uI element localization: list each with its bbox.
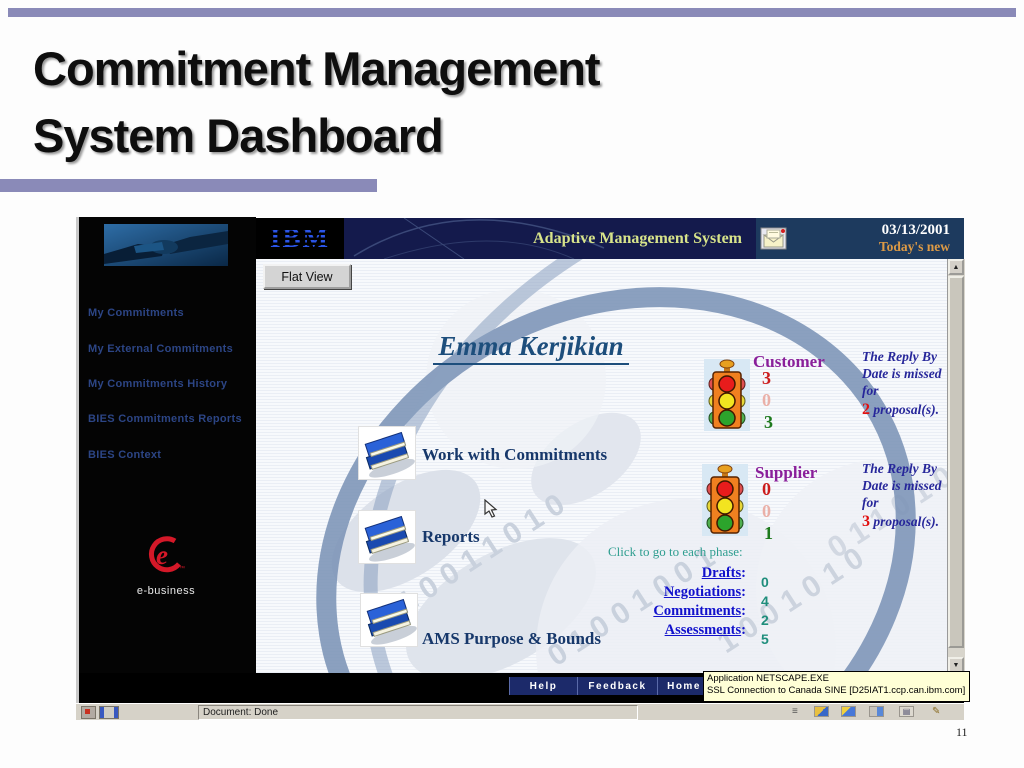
page-title: Commitment Management System Dashboard [33,36,793,169]
customer-missed-count: 2 [862,400,870,418]
supplier-missed-count: 3 [862,512,870,530]
security-lock-icon[interactable] [81,706,96,719]
sidebar-item-my-external-commitments[interactable]: My External Commitments [88,343,252,355]
slide: Commitment Management System Dashboard M… [0,0,1024,768]
traffic-light-icon [704,359,750,431]
supplier-reply-alert: The Reply By Date is missed for 3 propos… [862,461,942,530]
ssl-status-tooltip: Application NETSCAPE.EXE SSL Connection … [703,671,970,702]
scrollbar-up-icon[interactable]: ▲ [948,259,964,275]
ibm-logo: IBM [270,223,330,253]
header-date-box: 03/13/2001 Today's new [756,218,964,259]
page-title-line2: System Dashboard [33,108,444,162]
page-title-line1: Commitment Management [33,42,601,95]
current-date: 03/13/2001 [881,222,950,239]
svg-text:e: e [156,540,168,570]
phase-link-assessments[interactable]: Assessments [665,622,742,638]
phase-count-assessments: 5 [761,631,769,647]
app-title: Adaptive Management System [533,229,742,247]
composer-icon[interactable]: ▤ [899,706,914,717]
books-icon[interactable] [361,594,417,646]
ibm-logo-box: IBM [256,218,344,259]
window-left-edge [76,217,79,703]
flat-view-button[interactable]: Flat View [263,264,351,289]
status-message: Document: Done [198,705,638,720]
supplier-green-count: 1 [764,523,773,543]
phase-link-drafts[interactable]: Drafts [702,565,741,581]
phase-count-negotiations: 4 [761,593,769,609]
browser-window: My Commitments My External Commitments M… [76,217,970,720]
supplier-red-count: 0 [762,479,771,499]
app-header: IBM Adaptive Management System 03/13/200… [256,218,964,259]
feedback-button[interactable]: Feedback [577,677,657,695]
user-name-link[interactable]: Emma Kerjikian [433,331,629,365]
handshake-image [104,224,228,266]
main-content: 1 0 0 1 1 0 1 0 0 1 0 0 1 0 0 1 1 0 0 1 … [256,259,947,673]
customer-red-count: 3 [762,368,771,388]
mailbox-icon[interactable] [841,706,856,717]
discussions-icon[interactable] [869,706,884,717]
supplier-yellow-count: 0 [762,501,771,521]
phase-link-commitments[interactable]: Commitments [653,603,741,619]
phase-heading: Click to go to each phase: [608,544,743,559]
navigator-icon[interactable] [814,706,829,717]
sidebar-item-my-commitments-history[interactable]: My Commitments History [88,378,252,390]
scrollbar-thumb[interactable] [948,276,964,648]
books-icon[interactable] [359,427,415,479]
sidebar: My Commitments My External Commitments M… [76,217,256,703]
ebusiness-label: e-business [136,585,196,597]
sidebar-item-my-commitments[interactable]: My Commitments [88,307,252,319]
ebusiness-logo: e ™ e-business [76,532,256,597]
customer-reply-alert: The Reply By Date is missed for 2 propos… [862,349,942,418]
slide-page-number: 11 [956,725,968,739]
slide-top-accent-bar [8,8,1016,17]
nav-work-with-commitments[interactable]: Work with Commitments [422,445,607,465]
title-underline-bar [0,179,377,192]
sidebar-item-bies-context[interactable]: BIES Context [88,449,252,461]
vertical-scrollbar[interactable]: ▲ ▼ [947,259,965,673]
mouse-cursor-icon [484,499,498,518]
browser-status-bar: Document: Done ≡ ▤ ✎ [76,703,964,720]
phase-link-negotiations[interactable]: Negotiations [664,584,741,600]
help-button[interactable]: Help [509,677,577,695]
nav-reports[interactable]: Reports [422,527,480,547]
phase-count-drafts: 0 [761,574,769,590]
phase-count-commitments: 2 [761,612,769,628]
customer-yellow-count: 0 [762,390,771,410]
mail-icon[interactable] [760,227,787,250]
books-icon[interactable] [359,511,415,563]
sidebar-item-bies-commitments-reports[interactable]: BIES Commitments Reports [88,413,252,425]
edit-pencil-icon[interactable]: ✎ [932,706,948,717]
header-band: Adaptive Management System [344,218,756,259]
connection-plug-icon[interactable] [99,706,119,719]
traffic-light-icon [702,464,748,536]
svg-text:™: ™ [179,565,185,572]
menu-icon[interactable]: ≡ [792,706,804,717]
customer-green-count: 3 [764,412,773,432]
todays-new-link[interactable]: Today's new [790,239,950,255]
ebusiness-logo-icon: e ™ [148,536,185,573]
